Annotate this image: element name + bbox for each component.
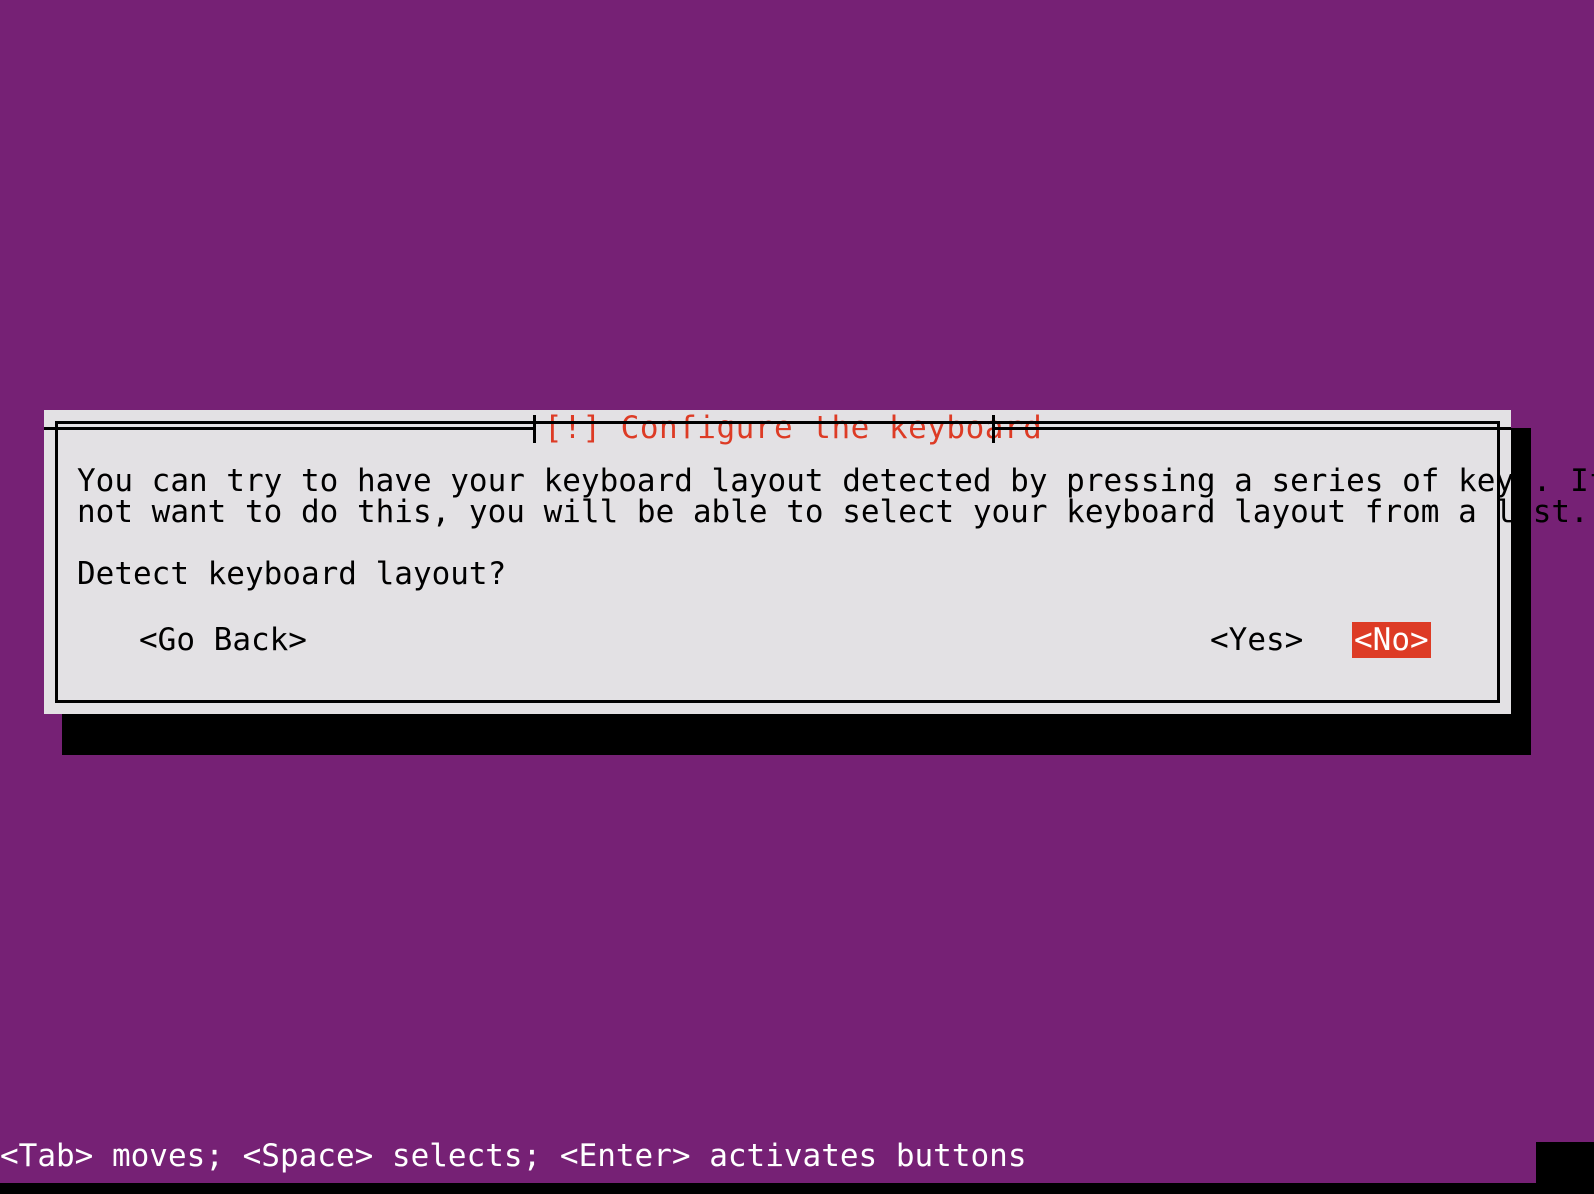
description-line-2: not want to do this, you will be able to…: [77, 494, 1589, 530]
dialog-button-row: <Go Back> <Yes> <No>: [77, 622, 1487, 658]
configure-keyboard-dialog: [!] Configure the keyboard You can try t…: [44, 410, 1594, 714]
description-line-1: You can try to have your keyboard layout…: [77, 463, 1594, 499]
yes-button[interactable]: <Yes>: [1210, 622, 1303, 658]
no-button[interactable]: <No>: [1352, 622, 1431, 658]
dialog-body: You can try to have your keyboard layout…: [77, 463, 1594, 592]
question-text: Detect keyboard layout?: [77, 556, 507, 592]
installer-screen: [!] Configure the keyboard You can try t…: [0, 0, 1594, 1194]
console-bottom-edge: [0, 1183, 1594, 1194]
status-bar-hint: <Tab> moves; <Space> selects; <Enter> ac…: [0, 1138, 1027, 1174]
go-back-button[interactable]: <Go Back>: [139, 622, 307, 658]
